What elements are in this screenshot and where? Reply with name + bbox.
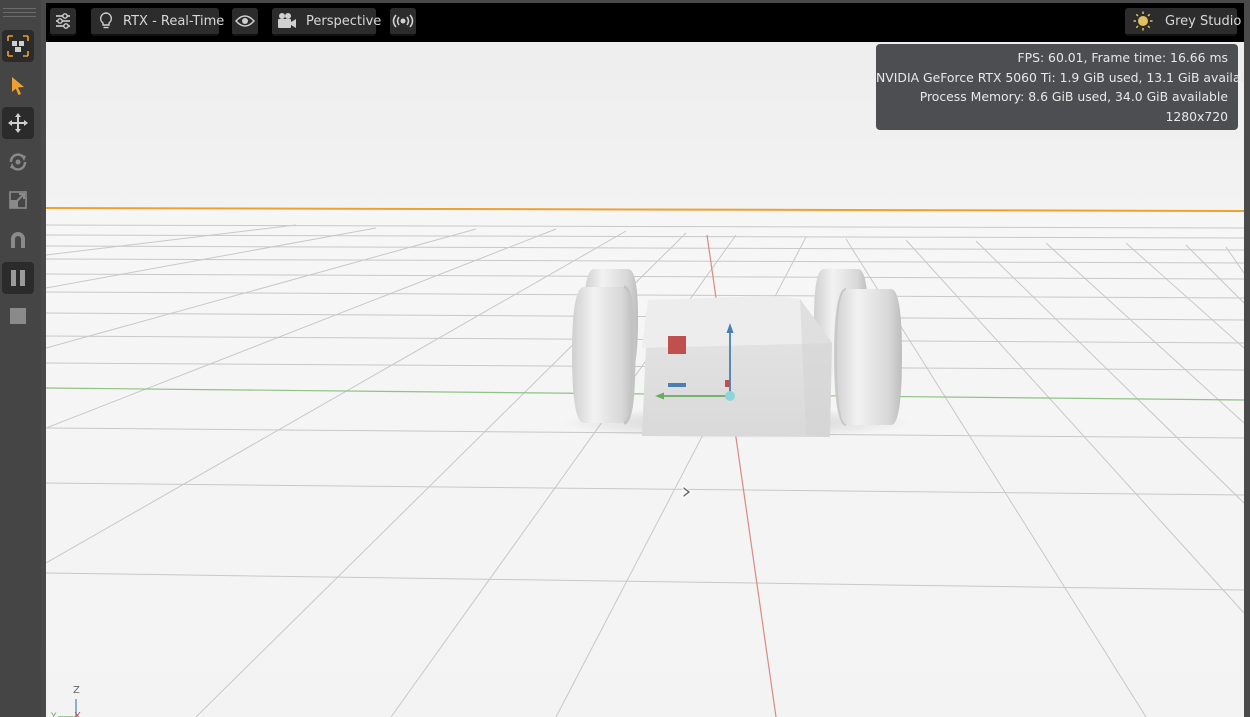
gizmo-center[interactable] (725, 391, 735, 401)
select-tool[interactable] (2, 70, 34, 102)
front-right-wheel[interactable] (834, 288, 902, 426)
robot-body[interactable] (642, 296, 832, 437)
lightbulb-icon (99, 12, 113, 29)
camera-button[interactable]: Perspective (272, 8, 381, 36)
stop-icon (10, 308, 26, 324)
select-mode-icon (7, 35, 29, 57)
ground-plane (46, 209, 1244, 717)
arrow-cursor-icon (12, 77, 24, 95)
gizmo-plane-handle[interactable] (668, 336, 686, 354)
move-arrows-icon (8, 113, 28, 133)
renderer-button[interactable]: RTX - Real-Time (91, 8, 224, 36)
video-camera-icon (278, 13, 296, 28)
svg-text:Y: Y (50, 712, 57, 717)
lighting-label: Grey Studio (1165, 13, 1242, 29)
scale-icon (9, 191, 27, 209)
mouse-cursor-icon (682, 485, 692, 499)
rotate-tool[interactable] (2, 146, 34, 178)
camera-label: Perspective (306, 13, 382, 29)
snap-tool[interactable] (2, 224, 34, 256)
select-mode-tool[interactable] (2, 30, 34, 62)
lighting-button[interactable]: Grey Studio (1125, 8, 1241, 36)
toolbar-grip[interactable] (3, 8, 36, 22)
svg-text:X: X (74, 711, 81, 717)
viewport[interactable]: Z Y X RTX - Real-Time Perspective Grey S… (46, 3, 1244, 717)
move-tool[interactable] (2, 107, 34, 139)
broadcast-button[interactable] (390, 8, 416, 36)
visibility-button[interactable] (232, 8, 258, 36)
broadcast-icon (392, 14, 414, 28)
scale-tool[interactable] (2, 184, 34, 216)
magnet-icon (11, 232, 25, 248)
gizmo-x-axis[interactable] (725, 380, 730, 387)
fps-readout: FPS: 60.01, Frame time: 16.66 ms (1017, 50, 1228, 65)
gizmo-yz-handle[interactable] (668, 383, 686, 387)
pause-tool[interactable] (2, 262, 34, 294)
axis-indicator: Z Y X (48, 685, 88, 717)
settings-button[interactable] (50, 8, 76, 36)
resolution-readout: 1280x720 (1165, 108, 1228, 124)
gpu-memory-readout: NVIDIA GeForce RTX 5060 Ti: 1.9 GiB used… (876, 69, 1244, 85)
process-memory-readout: Process Memory: 8.6 GiB used, 34.0 GiB a… (919, 89, 1228, 105)
sliders-icon (56, 13, 70, 29)
sun-icon (1133, 11, 1153, 31)
axis-x-mark: Y X (50, 711, 81, 717)
eye-icon (235, 15, 255, 27)
pause-icon (11, 270, 25, 286)
rotate-icon (9, 153, 27, 171)
stop-tool[interactable] (2, 300, 34, 332)
viewport-toolbar: RTX - Real-Time Perspective Grey Studio (46, 3, 1244, 42)
renderer-label: RTX - Real-Time (123, 13, 225, 29)
front-left-wheel[interactable] (572, 285, 636, 425)
left-toolbar (0, 0, 42, 717)
viewport-frame-right (1244, 0, 1250, 717)
stats-overlay: FPS: 60.01, Frame time: 16.66 ms NVIDIA … (876, 44, 1244, 130)
